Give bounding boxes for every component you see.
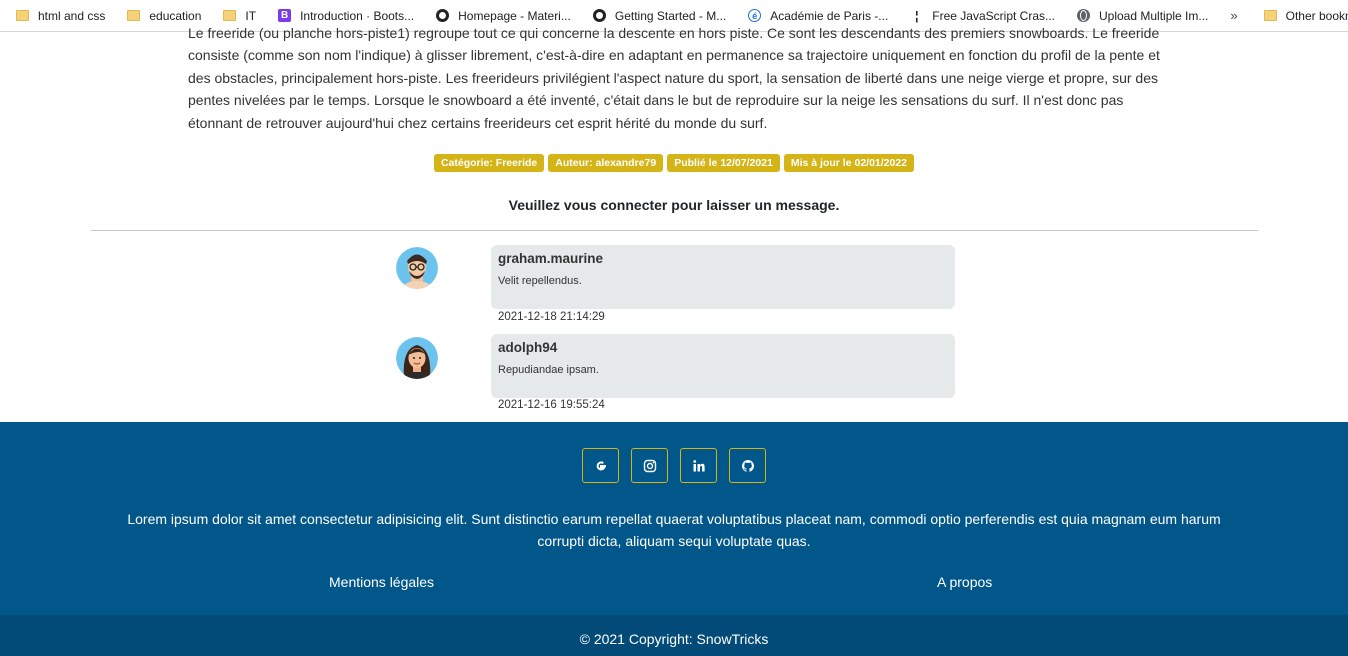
bookmark-academie[interactable]: é Académie de Paris -... — [748, 9, 888, 23]
google-icon — [596, 461, 606, 470]
copyright: © 2021 Copyright: SnowTricks — [0, 615, 1348, 656]
bookmark-label: IT — [245, 8, 257, 23]
comment-text: Velit repellendus. — [498, 275, 582, 287]
bookmark-bootstrap[interactable]: B Introduction · Boots... — [278, 9, 414, 23]
google-button[interactable] — [582, 448, 619, 483]
bookmark-other-bookmarks[interactable]: Other bookmarks — [1263, 8, 1348, 23]
globe-icon — [1077, 9, 1090, 22]
comment-author: graham.maurine — [498, 251, 604, 266]
folder-icon — [16, 10, 29, 21]
female-avatar — [396, 337, 438, 379]
bookmarks-more-chevron-icon[interactable]: » — [1230, 8, 1237, 23]
folder-icon — [127, 10, 141, 21]
bookmark-html-and-css[interactable]: html and css — [16, 9, 105, 23]
legal-notice-link[interactable]: Mentions légales — [329, 574, 434, 590]
folder-icon — [1263, 10, 1277, 21]
linkedin-button[interactable] — [680, 448, 717, 483]
published-badge: Publié le 12/07/2021 — [667, 154, 780, 172]
bookmark-label: Free JavaScript Cras... — [932, 8, 1055, 23]
bookmark-education[interactable]: education — [127, 9, 201, 23]
footer: Lorem ipsum dolor sit amet consectetur a… — [0, 422, 1348, 615]
article-text: Le freeride (ou planche hors-piste1) reg… — [188, 25, 1160, 131]
article-tags: Catégorie: Freeride Auteur: alexandre79 … — [0, 154, 1348, 172]
bookmark-label: Getting Started - M... — [614, 8, 727, 23]
github-button[interactable] — [729, 448, 766, 483]
bookmark-it[interactable]: IT — [223, 9, 256, 23]
folder-icon — [223, 10, 237, 21]
bookmark-free-js[interactable]: ¦ Free JavaScript Cras... — [910, 9, 1055, 23]
updated-badge: Mis à jour le 02/01/2022 — [783, 154, 915, 172]
male-avatar — [396, 247, 438, 289]
comment-bubble: graham.maurine Velit repellendus. — [491, 245, 955, 309]
instagram-icon — [643, 459, 656, 472]
github-icon — [592, 9, 606, 22]
bootstrap-icon: B — [278, 9, 292, 22]
github-icon — [741, 459, 754, 472]
bookmark-label: Upload Multiple Im... — [1099, 8, 1209, 23]
bookmark-label: Introduction · Boots... — [300, 8, 415, 23]
divider — [91, 230, 1258, 231]
js-icon: ¦ — [915, 8, 919, 23]
bookmark-label: Académie de Paris -... — [770, 8, 889, 23]
social-links — [0, 448, 1348, 483]
comment-date: 2021-12-18 21:14:29 — [498, 311, 605, 323]
login-message: Veuillez vous connecter pour laisser un … — [508, 197, 840, 213]
instagram-button[interactable] — [631, 448, 668, 483]
comment-date: 2021-12-16 19:55:24 — [498, 399, 605, 411]
category-badge: Catégorie: Freeride — [433, 154, 545, 172]
github-icon — [436, 9, 450, 22]
footer-description: Lorem ipsum dolor sit amet consectetur a… — [127, 511, 1221, 549]
bookmark-label: html and css — [38, 8, 106, 23]
about-link[interactable]: A propos — [937, 574, 992, 590]
bookmark-label: Other bookmarks — [1285, 8, 1348, 23]
comment-text: Repudiandae ipsam. — [498, 364, 599, 376]
academie-icon: é — [748, 9, 762, 22]
linkedin-icon — [692, 459, 705, 471]
bookmark-homepage-materi[interactable]: Homepage - Materi... — [436, 9, 571, 23]
comment-bubble: adolph94 Repudiandae ipsam. — [491, 334, 955, 398]
bookmark-label: Homepage - Materi... — [458, 8, 571, 23]
comment-author: adolph94 — [498, 340, 558, 355]
bookmark-getting-started[interactable]: Getting Started - M... — [592, 8, 727, 23]
author-badge: Auteur: alexandre79 — [548, 154, 664, 172]
bookmark-upload-multiple[interactable]: Upload Multiple Im... — [1077, 9, 1208, 23]
bookmark-label: education — [149, 8, 202, 23]
